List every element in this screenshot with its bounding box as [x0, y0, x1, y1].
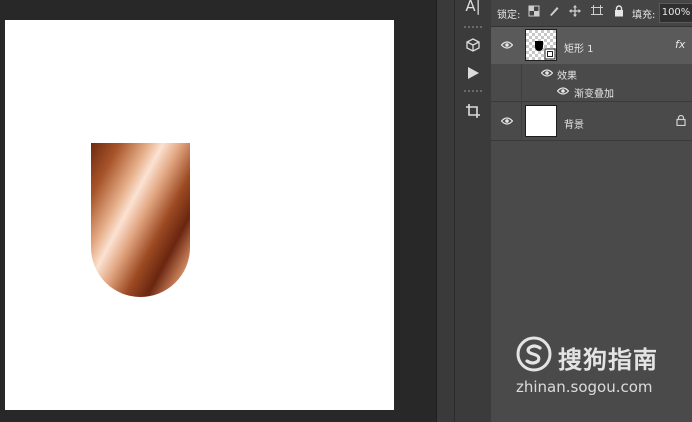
fill-label: 填充: [632, 10, 656, 21]
cube-icon [466, 37, 480, 52]
lock-label: 锁定: [497, 10, 521, 21]
shape-silhouette-icon [535, 41, 543, 51]
text-tool-button[interactable]: A| [455, 0, 491, 16]
eye-column-line [521, 102, 522, 140]
vector-mask-badge-icon [544, 48, 556, 60]
crop-icon [466, 103, 480, 118]
document-canvas[interactable] [5, 20, 394, 410]
layer-thumbnail-shape[interactable] [525, 29, 557, 61]
play-icon [468, 66, 479, 79]
crop-tool-button[interactable] [455, 100, 491, 120]
lock-artboard-icon[interactable] [591, 5, 603, 17]
layer-divider [491, 140, 692, 141]
visibility-eye-icon[interactable] [501, 41, 513, 49]
layer-name: 背景 [564, 120, 584, 131]
watermark-brand: 搜狗指南 [558, 346, 658, 374]
lock-image-pixels-icon[interactable] [548, 5, 560, 17]
effect-item-row[interactable]: 渐变叠加 [491, 82, 692, 100]
effects-label: 效果 [557, 71, 577, 82]
text-tool-icon: A| [465, 0, 481, 15]
collapsed-tool-strip: A| [454, 0, 492, 422]
lock-position-icon[interactable] [569, 5, 581, 17]
panel-gutter [436, 0, 454, 422]
visibility-eye-icon[interactable] [501, 117, 513, 125]
3d-tool-button[interactable] [455, 34, 491, 54]
fill-opacity-input[interactable]: 100% [659, 3, 692, 23]
layer-row-rectangle[interactable]: 矩形 1 fx [491, 27, 692, 64]
effects-visibility-eye-icon[interactable] [541, 69, 553, 77]
gradient-rounded-rectangle-shape[interactable] [91, 143, 190, 297]
watermark-url: zhinan.sogou.com [516, 378, 653, 396]
layer-name: 矩形 1 [564, 44, 594, 55]
lock-bar: 锁定: 填充: 100% [491, 0, 692, 27]
lock-all-icon[interactable] [613, 5, 625, 17]
sogou-watermark: 搜狗指南 zhinan.sogou.com [512, 332, 682, 402]
fx-indicator-icon[interactable]: fx [675, 38, 685, 51]
canvas-area[interactable] [0, 0, 436, 422]
tool-separator [464, 90, 482, 92]
gradient-overlay-visibility-eye-icon[interactable] [557, 87, 569, 95]
gradient-overlay-label: 渐变叠加 [574, 89, 614, 100]
layer-row-background[interactable]: 背景 [491, 102, 692, 140]
tool-separator [464, 26, 482, 28]
sogou-logo-icon [516, 336, 552, 372]
layer-lock-icon[interactable] [676, 115, 686, 126]
play-tool-button[interactable] [455, 62, 491, 82]
effects-row[interactable]: 效果 [491, 64, 692, 82]
layer-thumbnail-background[interactable] [525, 105, 557, 137]
lock-transparent-pixels-icon[interactable] [528, 5, 540, 17]
